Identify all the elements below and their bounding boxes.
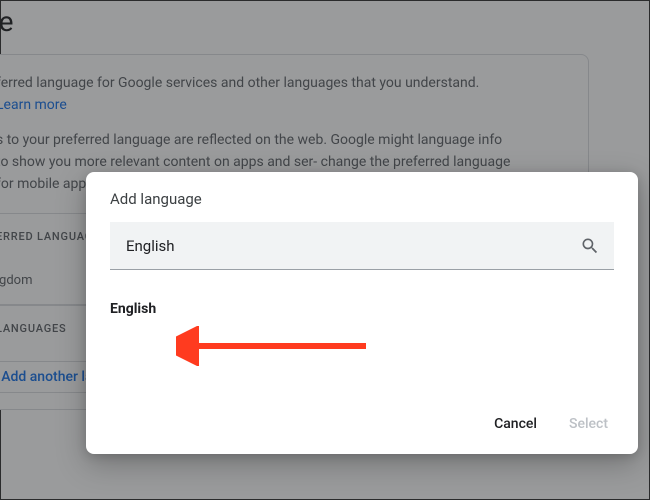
add-language-dialog: Add language English Cancel Select bbox=[86, 172, 638, 454]
search-result-row[interactable]: English bbox=[86, 270, 638, 317]
language-search-input[interactable] bbox=[126, 237, 566, 255]
cancel-button[interactable]: Cancel bbox=[482, 408, 549, 440]
dialog-actions: Cancel Select bbox=[482, 408, 620, 440]
language-search-field[interactable] bbox=[110, 222, 614, 270]
dialog-title: Add language bbox=[86, 172, 638, 222]
select-button: Select bbox=[557, 408, 620, 440]
search-result-english: English bbox=[110, 301, 156, 317]
search-icon bbox=[580, 236, 600, 256]
